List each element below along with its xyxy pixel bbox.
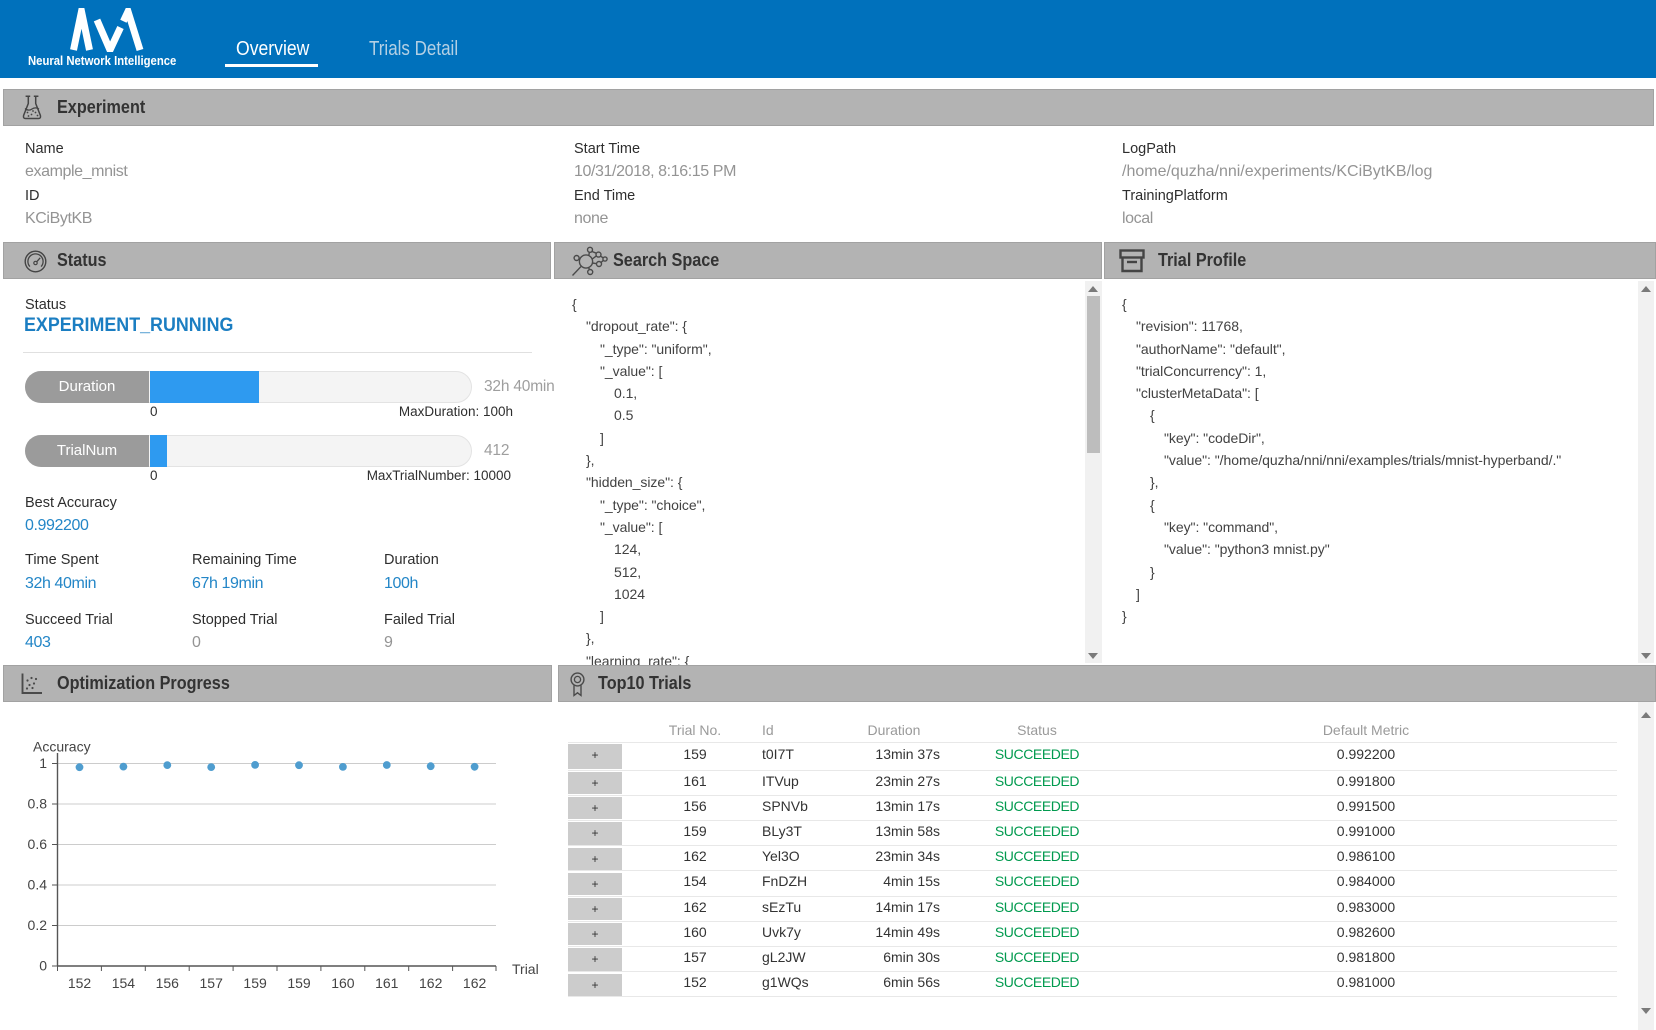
svg-text:1: 1: [39, 755, 47, 771]
svg-text:154: 154: [112, 975, 136, 991]
svg-text:0: 0: [39, 958, 47, 974]
svg-text:162: 162: [419, 975, 443, 991]
svg-text:152: 152: [68, 975, 92, 991]
svg-text:0.8: 0.8: [28, 796, 48, 812]
svg-text:157: 157: [200, 975, 224, 991]
svg-text:0.4: 0.4: [28, 877, 48, 893]
svg-text:162: 162: [463, 975, 487, 991]
svg-text:0.2: 0.2: [28, 917, 48, 933]
svg-text:0.6: 0.6: [28, 836, 48, 852]
svg-text:159: 159: [287, 975, 311, 991]
svg-text:159: 159: [243, 975, 267, 991]
svg-text:161: 161: [375, 975, 399, 991]
svg-text:156: 156: [156, 975, 180, 991]
svg-text:Accuracy: Accuracy: [33, 739, 91, 755]
svg-text:Trial: Trial: [512, 961, 539, 977]
svg-text:160: 160: [331, 975, 355, 991]
